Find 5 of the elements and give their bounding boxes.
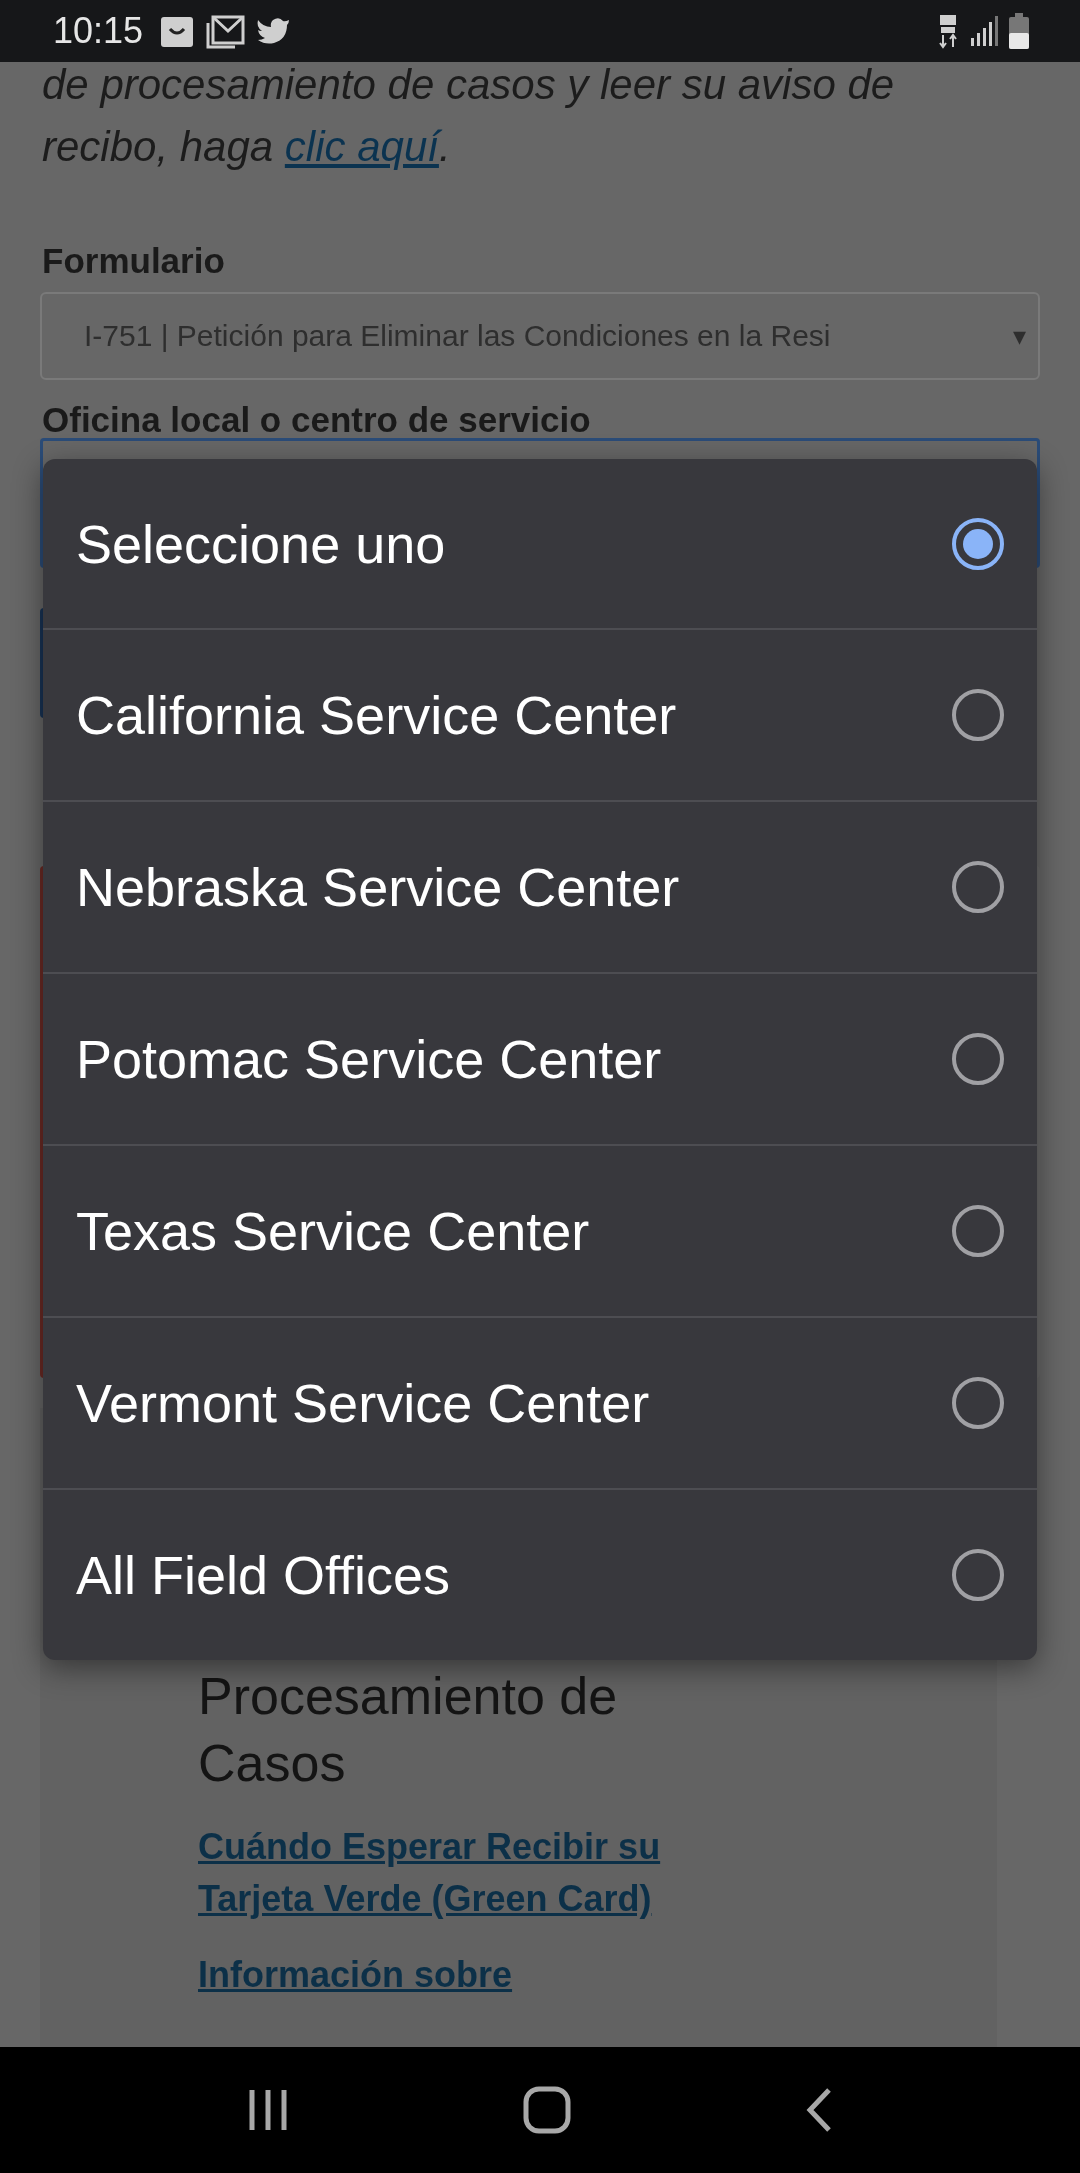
field-label: Formulario xyxy=(41,240,226,282)
clock: 10:15 xyxy=(53,10,144,52)
intro-text: de procesamiento de casos y leer su aviso de recibo, haga clic aquí. xyxy=(42,62,896,172)
field-label: Oficina local o centro de servicio xyxy=(41,399,592,441)
card-heading: Procesamiento de Casos xyxy=(198,1666,619,1794)
